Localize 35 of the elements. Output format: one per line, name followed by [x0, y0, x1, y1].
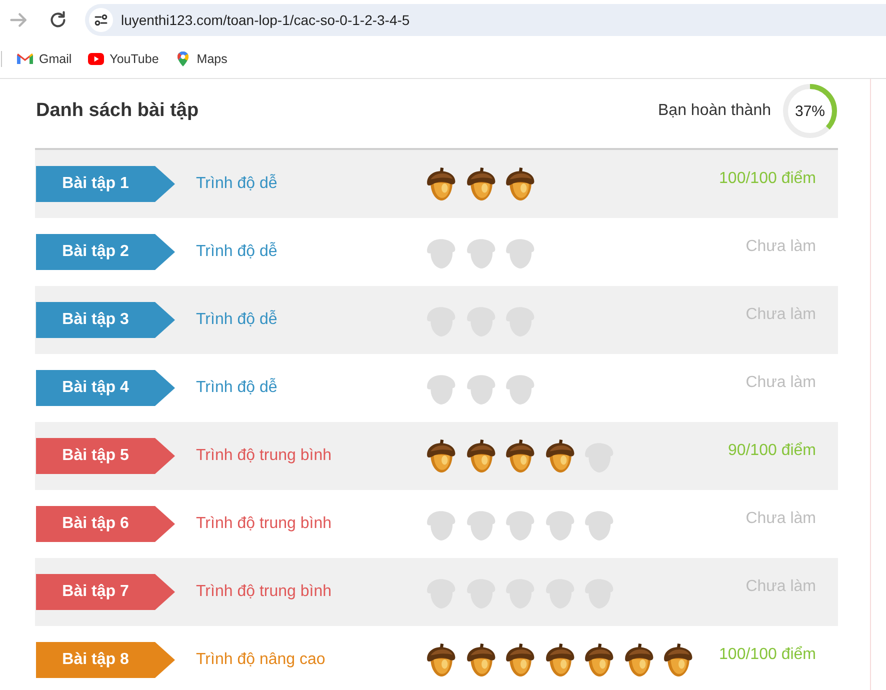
- bookmark-link[interactable]: YouTube: [88, 51, 159, 67]
- completion-label: Bạn hoàn thành: [658, 102, 771, 120]
- difficulty-label: Trình độ dễ: [196, 175, 278, 193]
- difficulty-label: Trình độ nâng cao: [196, 651, 326, 669]
- status-text: Chưa làm: [746, 510, 816, 528]
- bookmark-link[interactable]: Gmail: [17, 51, 72, 67]
- map-pin-icon: [174, 51, 191, 67]
- status-text: Chưa làm: [746, 238, 816, 256]
- difficulty-label: Trình độ dễ: [196, 311, 278, 329]
- mail-icon: [17, 51, 33, 67]
- status-text: Chưa làm: [746, 374, 816, 392]
- difficulty-label: Trình độ trung bình: [196, 447, 332, 465]
- score-text: 100/100 điểm: [719, 646, 816, 664]
- tune-icon[interactable]: [89, 8, 113, 32]
- difficulty-label: Trình độ dễ: [196, 379, 278, 397]
- exercise-button[interactable]: Bài tập 2: [36, 234, 175, 270]
- reload-icon: [49, 11, 67, 29]
- exercise-button[interactable]: Bài tập 6: [36, 506, 175, 542]
- exercise-button[interactable]: Bài tập 7: [36, 574, 175, 610]
- score-text: 100/100 điểm: [719, 170, 816, 188]
- play-icon: [88, 51, 104, 67]
- difficulty-label: Trình độ trung bình: [196, 583, 332, 601]
- difficulty-label: Trình độ trung bình: [196, 515, 332, 533]
- url-text: luyenthi123.com/toan-lop-1/cac-so-0-1-2-3-4-5: [121, 12, 410, 28]
- exercise-button[interactable]: Bài tập 4: [36, 370, 175, 406]
- exercise-button[interactable]: Bài tập 1: [36, 166, 175, 202]
- exercise-button[interactable]: Bài tập 8: [36, 642, 175, 678]
- progress-percent: 37%: [794, 102, 826, 120]
- exercise-button[interactable]: Bài tập 3: [36, 302, 175, 338]
- address-bar[interactable]: luyenthi123.com/toan-lop-1/cac-so-0-1-2-3-4-5: [85, 4, 886, 36]
- exercise-button[interactable]: Bài tập 5: [36, 438, 175, 474]
- page-title: Danh sách bài tập: [36, 100, 199, 122]
- score-text: 90/100 điểm: [728, 442, 816, 460]
- bookmark-link[interactable]: Maps: [174, 51, 228, 67]
- difficulty-label: Trình độ dễ: [196, 243, 278, 261]
